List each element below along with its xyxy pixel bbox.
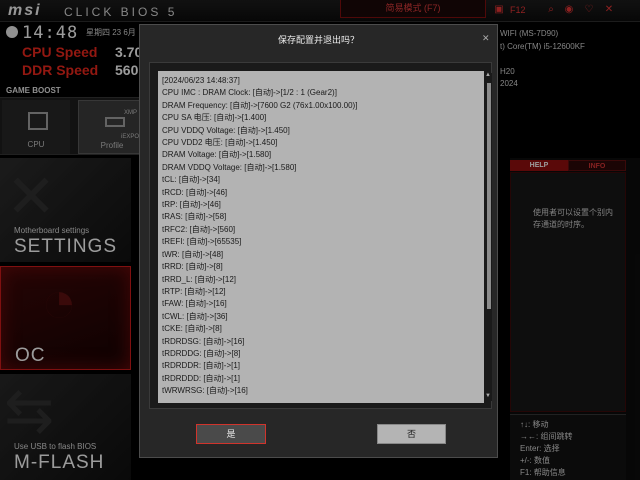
log-line: tRFC2: [自动]->[560] xyxy=(162,224,236,234)
log-line: tRAS: [自动]->[58] xyxy=(162,212,227,222)
change-log-lines: [2024/06/23 14:48:37] CPU IMC : DRAM Cloc… xyxy=(162,75,472,398)
scroll-thumb[interactable] xyxy=(487,83,491,309)
log-line: DRAM Voltage: [自动]->[1.580] xyxy=(162,150,272,160)
log-line: tRCD: [自动]->[46] xyxy=(162,187,228,197)
log-line: tRDRDDR: [自动]->[1] xyxy=(162,361,241,371)
log-line: CPU IMC : DRAM Clock: [自动]->[1/2 : 1 (Ge… xyxy=(162,88,337,98)
log-line: DRAM VDDQ Voltage: [自动]->[1.580] xyxy=(162,162,297,172)
log-line: tFAW: [自动]->[16] xyxy=(162,299,227,309)
log-line: [2024/06/23 14:48:37] xyxy=(162,76,240,85)
log-line: tRDRDDG: [自动]->[8] xyxy=(162,348,241,358)
log-line: CPU SA 电压: [自动]->[1.400] xyxy=(162,113,267,123)
log-line: tCL: [自动]->[34] xyxy=(162,175,221,185)
log-line: tCKE: [自动]->[8] xyxy=(162,324,222,334)
log-scrollbar[interactable]: ▲ ▼ xyxy=(485,72,492,401)
log-line: tRDRDDD: [自动]->[1] xyxy=(162,373,241,383)
scroll-down-icon[interactable]: ▼ xyxy=(485,393,491,399)
log-line: tRP: [自动]->[46] xyxy=(162,200,221,210)
log-line: tRRD: [自动]->[8] xyxy=(162,262,223,272)
dialog-title: 保存配置并退出吗？ xyxy=(277,35,359,45)
no-button[interactable]: 否 xyxy=(377,424,446,444)
log-line: CPU VDD2 电压: [自动]->[1.450] xyxy=(162,138,278,148)
log-line: tREFI: [自动]->[65535] xyxy=(162,237,242,247)
log-line: tCWL: [自动]->[36] xyxy=(162,311,228,321)
log-line: DRAM Frequency: [自动]->[7600 G2 (76x1.00x… xyxy=(162,100,358,110)
scroll-up-icon[interactable]: ▲ xyxy=(485,72,491,78)
log-line: tRRD_L: [自动]->[12] xyxy=(162,274,237,284)
yes-button[interactable]: 是 xyxy=(196,424,266,444)
dialog-body: [2024/06/23 14:48:37] CPU IMC : DRAM Cloc… xyxy=(149,62,492,409)
log-line: tWRWRSG: [自动]->[16] xyxy=(162,386,248,396)
log-line: tWR: [自动]->[48] xyxy=(162,249,224,259)
save-exit-dialog: 保存配置并退出吗？ ✕ [2024/06/23 14:48:37] CPU IMC… xyxy=(139,24,498,458)
log-line: tRTP: [自动]->[12] xyxy=(162,286,226,296)
log-line: tRDRDSG: [自动]->[16] xyxy=(162,336,245,346)
log-line: CPU VDDQ Voltage: [自动]->[1.450] xyxy=(162,125,290,135)
close-icon[interactable]: ✕ xyxy=(482,33,490,44)
change-log[interactable]: [2024/06/23 14:48:37] CPU IMC : DRAM Cloc… xyxy=(158,71,484,403)
